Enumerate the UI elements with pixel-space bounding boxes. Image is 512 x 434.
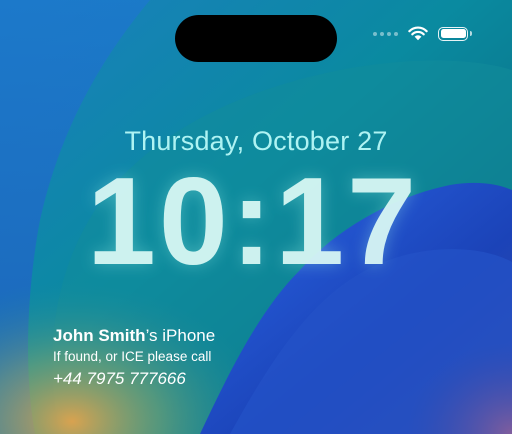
battery-icon: [438, 26, 472, 41]
owner-name-line: John Smith’s iPhone: [53, 326, 215, 346]
cellular-signal-icon: [373, 31, 398, 36]
lockscreen-clock: 10:17: [86, 153, 420, 291]
owner-note: If found, or ICE please call: [53, 349, 212, 364]
owner-name: John Smith: [53, 326, 146, 345]
status-bar: [373, 26, 472, 41]
battery-level-fill: [440, 29, 466, 38]
dynamic-island: [175, 15, 337, 62]
owner-info: John Smith’s iPhone If found, or ICE ple…: [53, 326, 215, 389]
wifi-icon: [408, 26, 428, 41]
lock-screen: Thursday, October 27 10:17 John Smith’s …: [0, 0, 512, 434]
owner-phone: +44 7975 777666: [53, 369, 186, 388]
device-suffix: ’s iPhone: [145, 326, 216, 345]
